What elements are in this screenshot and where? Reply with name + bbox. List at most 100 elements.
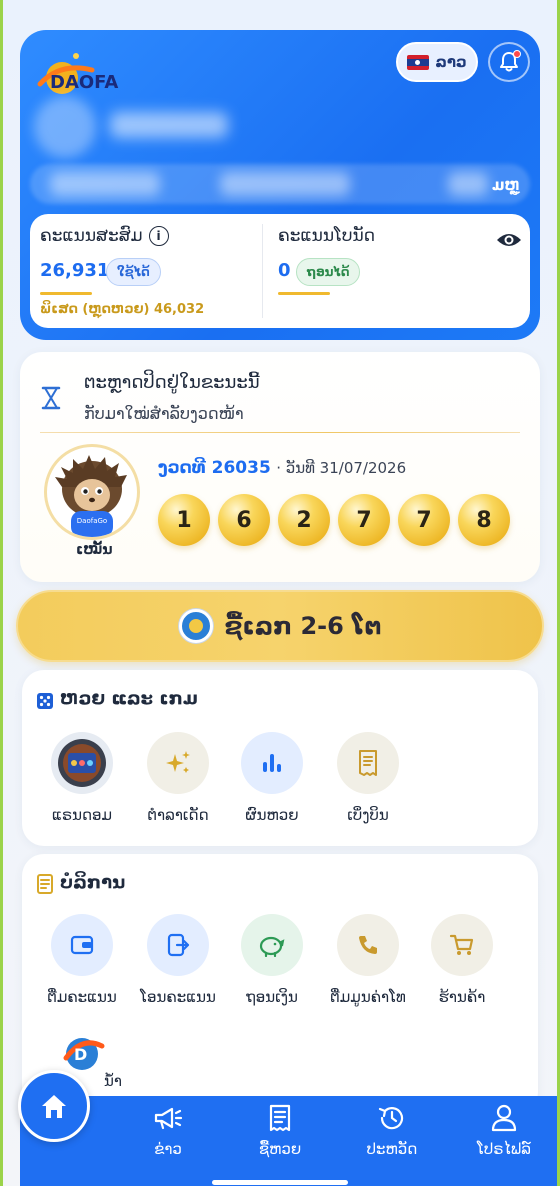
language-button[interactable]: ລາວ	[396, 42, 478, 82]
market-closed-title: ຕະຫຼາດປິດຢູ່ໃນຂະນະນີ້	[84, 372, 260, 393]
market-closed-subtitle: ກັບມາໃໝ່ສຳລັບງວດໜ້າ	[84, 404, 244, 423]
eye-icon[interactable]	[496, 230, 522, 250]
buy-lottery-button[interactable]: ຊື້ເລກ 2-6 ໂຕ	[16, 590, 544, 662]
points-card: ຄະແນນສະສົມ i 26,931 ໃຊ້ໄດ້ ພິເສດ (ຫຼຸດຫວ…	[30, 214, 530, 328]
withdraw-label: ຖອນເງິນ	[246, 988, 298, 1006]
nav-profile[interactable]: ໂປຣໄຟລ໌	[454, 1104, 554, 1158]
bonus-points-title: ຄະແນນໂບນັດ	[278, 226, 376, 246]
accumulated-underline	[40, 292, 92, 295]
accumulated-points-value: 26,931	[40, 260, 110, 281]
divider	[40, 432, 520, 433]
round-date: · ວັນທີ 31/07/2026	[276, 459, 407, 477]
withdraw-tile[interactable]: ຖອນເງິນ	[222, 914, 322, 1006]
piggy-bank-icon	[241, 914, 303, 976]
nav-history-label: ປະຫວັດ	[366, 1140, 418, 1158]
random-tile[interactable]: ແຣນດອມ	[32, 732, 132, 824]
blurred-segment	[50, 172, 160, 196]
cart-icon	[431, 914, 493, 976]
hedgehog-mascot-icon: DaofaGo	[55, 455, 127, 537]
recipe-tile[interactable]: ຕຳລາເດັດ	[128, 732, 228, 824]
divider	[262, 224, 263, 318]
results-label: ຜົນຫວຍ	[245, 806, 299, 824]
lottery-seal-icon	[178, 609, 213, 643]
extra-service-label: ນ້ຳ	[104, 1072, 122, 1090]
phone-topup-label: ຕື່ມມູນຄ່າໂທ	[330, 988, 406, 1006]
notification-button[interactable]	[488, 42, 530, 82]
receipt-icon	[337, 732, 399, 794]
round-number: ງວດທີ 26035	[158, 458, 271, 478]
accumulated-points-title: ຄະແນນສະສົມ i	[40, 226, 169, 246]
transfer-icon	[147, 914, 209, 976]
nav-buy-lottery[interactable]: ຊື້ຫວຍ	[230, 1104, 330, 1158]
buy-lottery-label: ຊື້ເລກ 2-6 ໂຕ	[224, 612, 382, 640]
result-ball: 8	[458, 494, 510, 546]
svg-text:D: D	[74, 1045, 87, 1064]
home-indicator	[212, 1180, 348, 1185]
nav-history[interactable]: ປະຫວັດ	[342, 1104, 442, 1158]
mascot-avatar[interactable]: DaofaGo	[44, 444, 140, 540]
home-button[interactable]	[18, 1070, 90, 1142]
special-points-text: ພິເສດ (ຫຼຸດຫວຍ) 46,032	[40, 302, 205, 317]
topup-points-tile[interactable]: ຕື່ມຄະແນນ	[32, 914, 132, 1006]
random-label: ແຣນດອມ	[51, 806, 113, 824]
shop-tile[interactable]: ຮ້ານຄ້າ	[412, 914, 512, 1006]
result-ball: 1	[158, 494, 210, 546]
megaphone-icon	[154, 1107, 183, 1130]
hourglass-icon	[41, 386, 61, 410]
services-section: ບໍລິການ ຕື່ມຄະແນນ ໂອນຄະແນນ ຖອນເງິນ ຕື່ມມ…	[22, 854, 538, 1114]
games-section: ຫວຍ ແລະ ເກມ ແຣນດອມ ຕຳລາເດັດ ຜົນຫວຍ ເບິ່ງ…	[22, 670, 538, 846]
usable-badge: ໃຊ້ໄດ້	[106, 258, 161, 286]
result-ball: 7	[398, 494, 450, 546]
result-ball: 7	[338, 494, 390, 546]
user-icon	[491, 1104, 517, 1132]
history-icon	[378, 1107, 404, 1130]
member-tag[interactable]: ມຫຼູ	[492, 176, 520, 194]
topup-points-label: ຕື່ມຄະແນນ	[47, 988, 117, 1006]
transfer-points-label: ໂອນຄະແນນ	[140, 988, 216, 1006]
result-ball: 2	[278, 494, 330, 546]
view-bills-tile[interactable]: ເບິ່ງບິນ	[318, 732, 418, 824]
draw-status-card: ຕະຫຼາດປິດຢູ່ໃນຂະນະນີ້ ກັບມາໃໝ່ສຳລັບງວດໜ້…	[20, 352, 540, 582]
info-icon[interactable]: i	[148, 226, 169, 246]
mascot-shirt-text: DaofaGo	[77, 517, 107, 525]
blurred-segment	[220, 172, 350, 196]
language-label: ລາວ	[435, 53, 467, 71]
transfer-points-tile[interactable]: ໂອນຄະແນນ	[128, 914, 228, 1006]
avatar	[34, 96, 96, 158]
view-bills-label: ເບິ່ງບິນ	[347, 806, 389, 824]
ticket-icon	[269, 1104, 291, 1132]
results-tile[interactable]: ຜົນຫວຍ	[222, 732, 322, 824]
nav-news[interactable]: ຂ່າວ	[118, 1104, 218, 1158]
bonus-underline	[278, 292, 330, 295]
nav-news-label: ຂ່າວ	[154, 1140, 182, 1158]
result-ball: 6	[218, 494, 270, 546]
wallet-icon	[51, 914, 113, 976]
random-machine-icon	[51, 732, 113, 794]
withdrawable-badge: ຖອນໄດ້	[296, 258, 361, 286]
bar-chart-icon	[241, 732, 303, 794]
accumulated-points-label: ຄະແນນສະສົມ	[40, 226, 143, 246]
account-header: DAOFA ລາວ ມຫຼູ ຄະແນນສະສົມ i 26,931 ໃຊ້ໄດ…	[20, 30, 540, 340]
mascot-label: ເໝັ້ນ	[76, 542, 113, 558]
games-section-title: ຫວຍ ແລະ ເກມ	[60, 688, 198, 709]
phone-icon	[337, 914, 399, 976]
home-icon	[42, 1095, 66, 1118]
nav-profile-label: ໂປຣໄຟລ໌	[477, 1140, 531, 1158]
shop-label: ຮ້ານຄ້າ	[438, 988, 486, 1006]
recipe-label: ຕຳລາເດັດ	[147, 806, 209, 824]
dice-icon	[37, 693, 53, 709]
blurred-segment	[448, 172, 488, 196]
bonus-points-value: 0	[278, 260, 291, 281]
daofa-logo: DAOFA	[37, 53, 118, 94]
user-name-blurred	[110, 112, 228, 138]
laos-flag-icon	[407, 54, 430, 70]
document-icon	[37, 874, 53, 894]
notification-dot	[513, 50, 521, 58]
sparkle-icon	[147, 732, 209, 794]
round-info: ງວດທີ 26035 · ວັນທີ 31/07/2026	[158, 458, 406, 478]
services-section-title: ບໍລິການ	[60, 872, 126, 893]
nav-buy-lottery-label: ຊື້ຫວຍ	[258, 1140, 302, 1158]
bottom-navigation: ຂ່າວ ຊື້ຫວຍ ປະຫວັດ ໂປຣໄຟລ໌	[20, 1096, 560, 1186]
phone-topup-tile[interactable]: ຕື່ມມູນຄ່າໂທ	[318, 914, 418, 1006]
logo-text: DAOFA	[50, 72, 118, 93]
